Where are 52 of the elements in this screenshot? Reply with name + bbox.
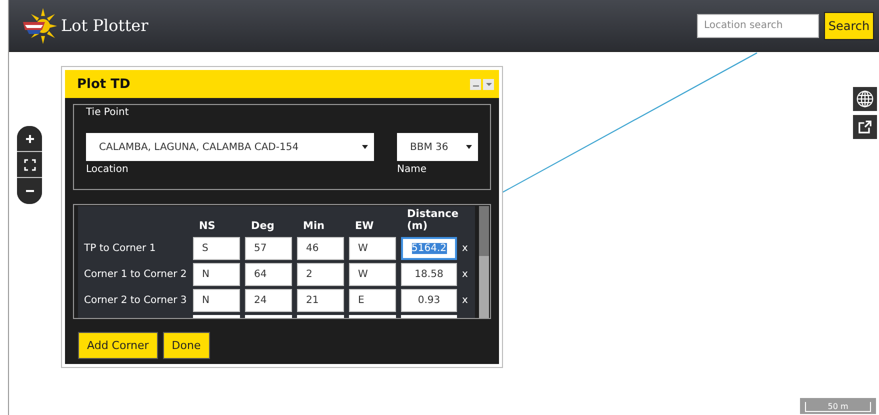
done-button[interactable]: Done (162, 332, 210, 359)
table-input[interactable]: 64 (245, 263, 292, 286)
dropdown-button[interactable] (483, 78, 494, 90)
scale-label: 50 m (805, 402, 871, 412)
table-input[interactable]: W (349, 263, 396, 286)
fullscreen-icon (24, 158, 36, 170)
plus-icon (24, 134, 34, 144)
table-input[interactable]: N (193, 263, 240, 286)
globe-icon (856, 90, 874, 108)
zoom-in-button[interactable] (17, 126, 42, 152)
table-input[interactable]: S (193, 237, 240, 260)
table-input[interactable]: 46 (297, 237, 344, 260)
remove-button[interactable]: x (462, 269, 475, 280)
panel-legend: Tie Point (86, 107, 478, 118)
caret-icon (362, 144, 368, 150)
external-link-icon (857, 119, 873, 135)
scrollbar[interactable] (479, 206, 489, 318)
location-select[interactable]: CALAMBA, LAGUNA, CALAMBA CAD-154 (86, 133, 374, 161)
name-select[interactable]: BBM 36 (397, 133, 478, 161)
table-input[interactable]: N (193, 289, 240, 312)
table-input[interactable]: W (349, 237, 396, 260)
column-header: Min (302, 218, 326, 234)
search-button[interactable]: Search (824, 12, 874, 40)
distance-input[interactable]: 5164.2 (401, 237, 457, 260)
field-label: Name (397, 164, 428, 175)
app-title: Lot Plotter (61, 16, 148, 35)
table-input[interactable]: 24 (245, 289, 292, 312)
remove-button[interactable]: x (462, 295, 475, 306)
table-input[interactable]: 2 (297, 263, 344, 286)
caret-icon (466, 144, 472, 150)
column-header: EW (354, 218, 375, 234)
remove-button[interactable]: x (462, 243, 475, 254)
minimize-button[interactable] (470, 78, 481, 90)
table-input[interactable]: E (349, 289, 396, 312)
row-label: Corner 1 to Corner 2 (84, 269, 188, 280)
field-label: Location (86, 164, 130, 175)
distance-input[interactable]: 18.58 (401, 263, 457, 286)
column-header: NS (198, 218, 216, 234)
scrollbar-thumb[interactable] (479, 206, 489, 256)
add-corner-button[interactable]: Add Corner (78, 332, 158, 359)
column-header: Deg (250, 218, 276, 234)
search-field[interactable]: Location search (697, 14, 819, 38)
table-input[interactable]: 57 (245, 237, 292, 260)
row-label: Corner 2 to Corner 3 (84, 295, 188, 306)
row-label: TP to Corner 1 (84, 243, 157, 254)
distance-input[interactable]: 0.93 (401, 289, 457, 312)
external-link-button[interactable] (853, 115, 877, 139)
column-header: Distance (m) (406, 206, 457, 234)
dialog-title: Plot TD (77, 76, 130, 92)
globe-button[interactable] (853, 87, 877, 111)
table-input[interactable]: 21 (297, 289, 344, 312)
caret-icon (484, 80, 492, 88)
